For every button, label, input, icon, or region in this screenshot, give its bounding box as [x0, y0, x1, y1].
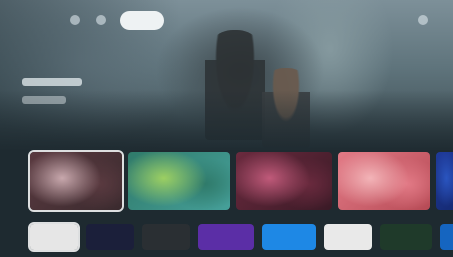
app-tile[interactable] — [440, 224, 453, 250]
nav-icon[interactable] — [70, 15, 80, 25]
app-tile[interactable] — [86, 224, 134, 250]
settings-icon[interactable] — [418, 15, 428, 25]
hero-subtitle — [22, 96, 66, 104]
card-art — [436, 152, 453, 210]
hero-banner[interactable] — [0, 0, 453, 150]
app-row — [0, 222, 453, 252]
content-row — [0, 150, 453, 212]
app-tile[interactable] — [198, 224, 254, 250]
app-tile[interactable] — [324, 224, 372, 250]
card-art — [338, 152, 430, 210]
nav-icon[interactable] — [96, 15, 106, 25]
content-card[interactable] — [338, 152, 430, 210]
app-tile[interactable] — [142, 224, 190, 250]
app-tile[interactable] — [380, 224, 432, 250]
app-tile[interactable] — [262, 224, 316, 250]
hero-gradient-bottom — [0, 90, 453, 150]
app-tile[interactable] — [28, 222, 80, 252]
card-art — [128, 152, 230, 210]
card-art — [30, 152, 122, 210]
content-card[interactable] — [436, 152, 453, 210]
content-card[interactable] — [28, 150, 124, 212]
content-card[interactable] — [128, 152, 230, 210]
content-card[interactable] — [236, 152, 332, 210]
featured-chip[interactable] — [120, 11, 164, 30]
hero-title — [22, 78, 82, 86]
card-art — [236, 152, 332, 210]
